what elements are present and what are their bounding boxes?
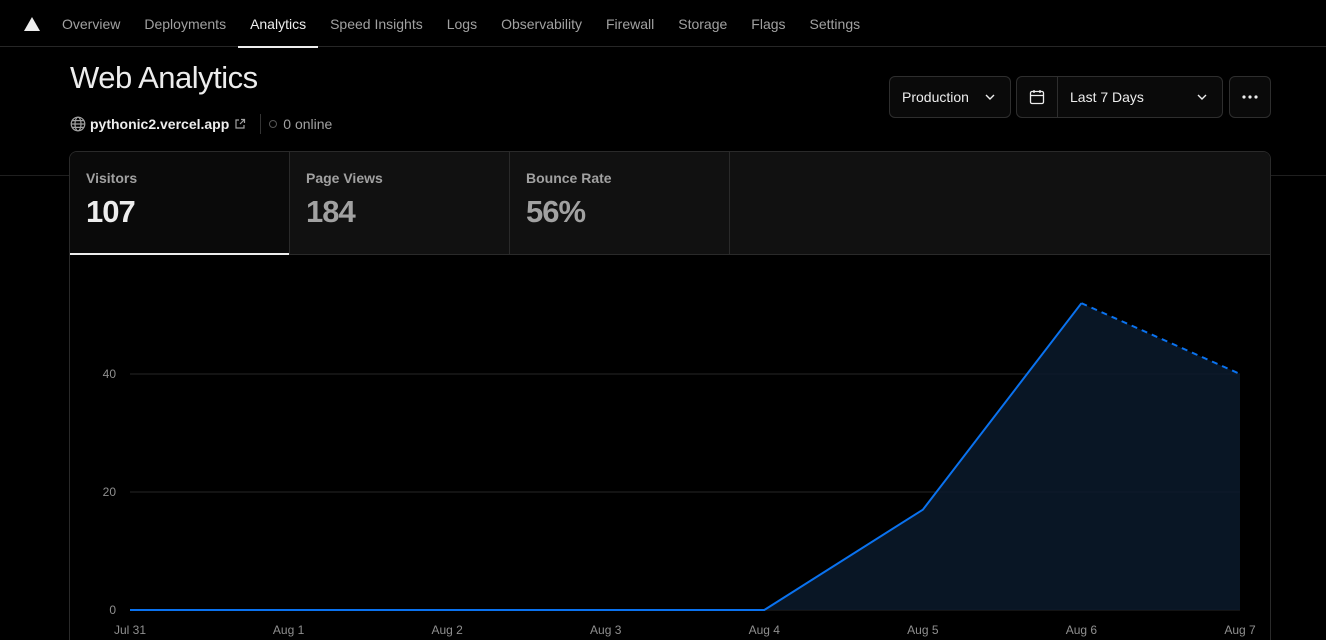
metrics-row: Visitors 107 Page Views 184 Bounce Rate … (70, 152, 1270, 255)
more-horizontal-icon (1242, 95, 1258, 99)
x-tick-label: Aug 7 (1224, 623, 1256, 637)
date-range-label: Last 7 Days (1070, 89, 1144, 105)
environment-label: Production (902, 89, 969, 105)
globe-icon (70, 116, 86, 132)
chevron-down-icon (1197, 94, 1207, 100)
area-fill (130, 303, 1240, 610)
analytics-card: 0 20 40 Jul 31 Aug 1 Aug 2 Aug 3 Aug 4 Aug 5 Aug … (69, 151, 1271, 640)
external-link-icon[interactable] (234, 118, 246, 130)
metrics-spacer (730, 152, 1270, 254)
x-tick-label: Aug 2 (431, 623, 463, 637)
x-tick-label: Aug 1 (273, 623, 305, 637)
metric-value: 184 (306, 194, 356, 229)
site-info: pythonic2.vercel.app 0 online (70, 114, 332, 134)
divider (260, 114, 262, 134)
date-range-select[interactable]: Last 7 Days (1016, 76, 1223, 118)
tab-deployments[interactable]: Deployments (132, 0, 238, 47)
metric-tab-bounce-rate[interactable]: Bounce Rate 56% (510, 152, 730, 254)
more-options-button[interactable] (1229, 76, 1271, 118)
tab-flags[interactable]: Flags (739, 0, 797, 47)
online-count: 0 online (283, 116, 333, 132)
online-status-dot (269, 120, 278, 128)
tab-overview[interactable]: Overview (50, 0, 132, 47)
calendar-icon (1029, 90, 1045, 105)
y-tick-label: 40 (103, 367, 117, 381)
nav-tabs: Overview Deployments Analytics Speed Insigh… (50, 0, 873, 48)
metric-label: Bounce Rate (526, 170, 612, 186)
environment-select[interactable]: Production (889, 76, 1011, 118)
tab-firewall[interactable]: Firewall (594, 0, 666, 47)
metric-tab-visitors[interactable]: Visitors 107 (70, 152, 290, 255)
domain-link[interactable]: pythonic2.vercel.app (90, 116, 229, 132)
tab-settings[interactable]: Settings (798, 0, 873, 47)
tab-analytics[interactable]: Analytics (238, 0, 319, 48)
vercel-logo-icon[interactable] (24, 17, 40, 31)
x-tick-label: Aug 5 (907, 623, 939, 637)
tab-speed-insights[interactable]: Speed Insights (318, 0, 435, 47)
y-tick-label: 20 (103, 485, 117, 499)
metric-label: Page Views (306, 170, 383, 186)
x-tick-label: Jul 31 (114, 623, 146, 637)
top-nav: Overview Deployments Analytics Speed Insigh… (0, 0, 1326, 48)
tab-observability[interactable]: Observability (489, 0, 594, 47)
metric-value: 56% (526, 194, 586, 229)
x-tick-label: Aug 3 (590, 623, 622, 637)
tab-logs[interactable]: Logs (435, 0, 489, 47)
x-tick-label: Aug 6 (1066, 623, 1098, 637)
metric-value: 107 (86, 194, 136, 229)
y-tick-label: 0 (109, 603, 116, 617)
chevron-down-icon (985, 94, 995, 100)
tab-storage[interactable]: Storage (666, 0, 739, 47)
calendar-button[interactable] (1017, 77, 1058, 117)
metric-label: Visitors (86, 170, 138, 186)
metric-tab-page-views[interactable]: Page Views 184 (290, 152, 510, 254)
page-title: Web Analytics (70, 60, 258, 95)
x-tick-label: Aug 4 (749, 623, 781, 637)
